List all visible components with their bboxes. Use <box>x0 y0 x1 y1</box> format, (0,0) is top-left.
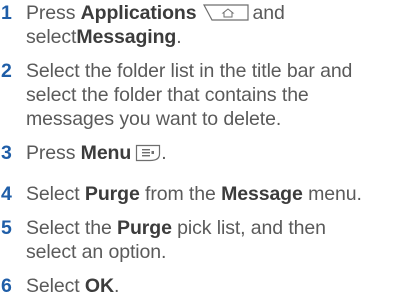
step-number: 4 <box>1 183 12 205</box>
menu-label: Menu <box>80 142 132 164</box>
step-text: Press <box>26 2 81 24</box>
applications-label: Applications <box>80 2 197 24</box>
step-text: and <box>252 2 285 24</box>
step-6: 6 Select OK. <box>0 274 409 298</box>
message-menu-label: Message <box>221 183 303 205</box>
step-1: 1 Press Applications and selectMessaging… <box>0 1 409 49</box>
step-number: 6 <box>1 275 12 297</box>
step-text: Select <box>26 183 85 205</box>
ok-label: OK <box>84 275 114 297</box>
step-text: select the folder that contains the <box>26 84 309 106</box>
step-text: Select the <box>26 217 118 239</box>
step-text: Select the folder list in the title bar … <box>26 60 353 82</box>
purge-label: Purge <box>117 217 172 239</box>
step-text: . <box>176 26 182 48</box>
messaging-label: Messaging <box>76 26 177 48</box>
purge-label: Purge <box>84 183 140 205</box>
step-text: menu. <box>302 183 362 205</box>
step-number: 1 <box>1 2 12 24</box>
step-4: 4 Select Purge from the Message menu. <box>0 182 409 206</box>
step-text: messages you want to delete. <box>26 108 282 130</box>
step-text: . <box>161 142 167 164</box>
step-5: 5 Select the Purge pick list, and then s… <box>0 216 409 264</box>
step-2: 2 Select the folder list in the title ba… <box>0 59 409 131</box>
step-text: select an option. <box>26 241 167 263</box>
step-number: 5 <box>1 217 12 239</box>
step-text: select <box>26 26 77 48</box>
step-number: 2 <box>1 60 12 82</box>
applications-button-icon <box>203 4 250 21</box>
step-text: from the <box>139 183 222 205</box>
step-number: 3 <box>1 142 12 164</box>
step-text: Select <box>26 275 85 297</box>
menu-button-icon <box>136 144 161 162</box>
step-text: Press <box>26 142 81 164</box>
step-3: 3 Press Menu . <box>0 141 409 165</box>
step-text: . <box>113 275 120 297</box>
step-text: pick list, and then <box>171 217 326 239</box>
